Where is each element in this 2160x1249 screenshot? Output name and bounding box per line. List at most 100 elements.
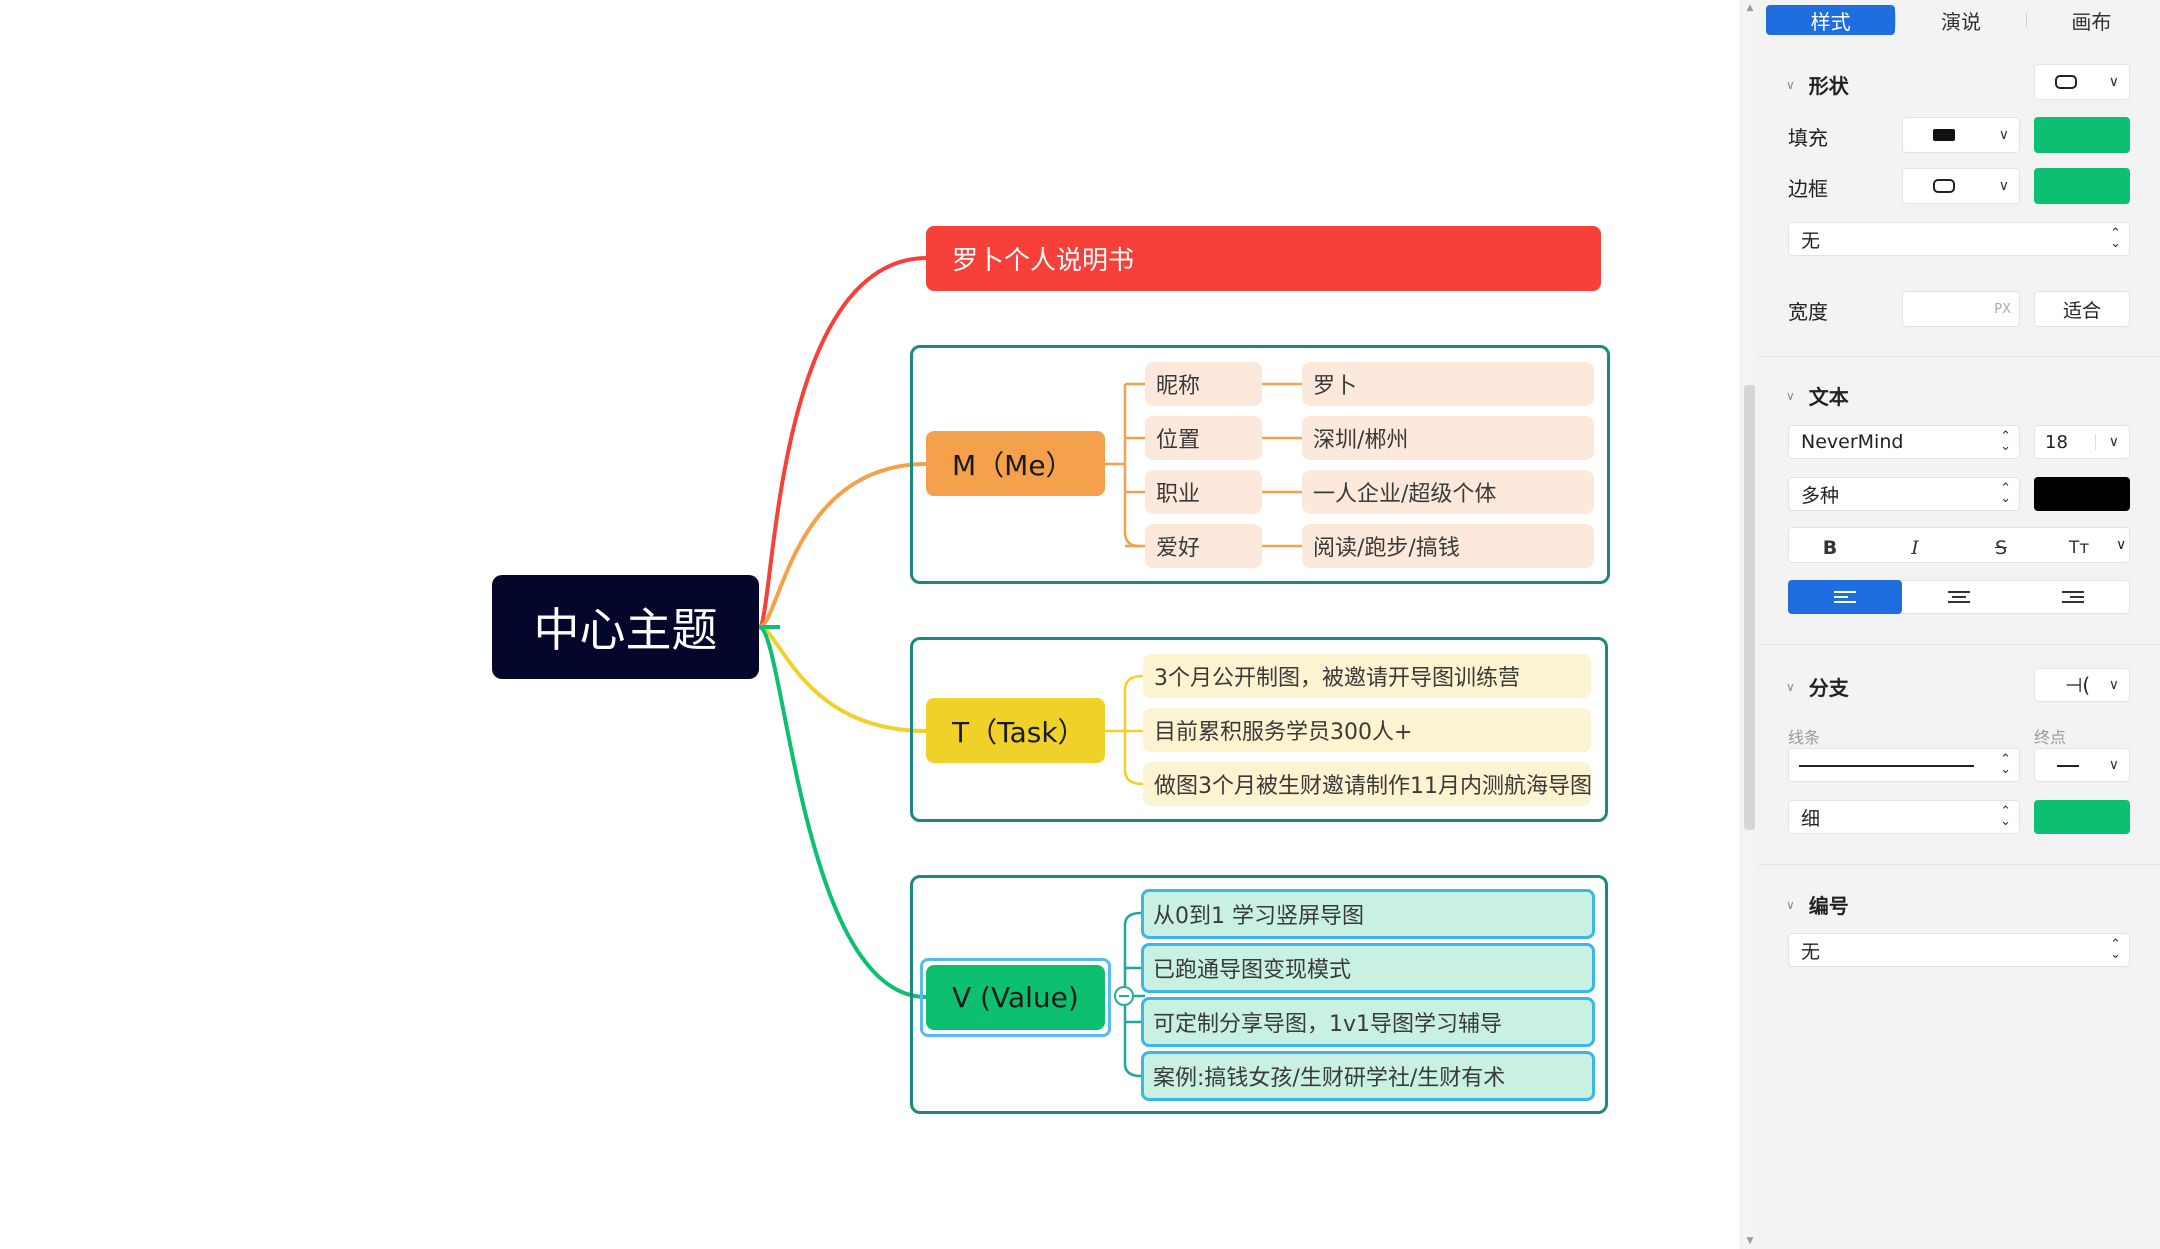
sub-key-job[interactable]: 职业 [1145, 470, 1262, 514]
fill-style-dropdown[interactable]: ∨ [1902, 117, 2020, 153]
scrollbar-thumb[interactable] [1744, 385, 1755, 830]
fit-width-button[interactable]: 适合 [2034, 291, 2130, 327]
sub-task-1[interactable]: 3个月公开制图，被邀请开导图训练营 [1143, 654, 1591, 698]
line-thickness-value: 细 [1801, 807, 1821, 830]
italic-button[interactable]: I [1872, 530, 1958, 566]
sub-value-3[interactable]: 可定制分享导图，1v1导图学习辅导 [1141, 997, 1595, 1047]
updown-arrows-icon: ⌃ ⌄ [2000, 429, 2011, 454]
bold-button[interactable]: B [1788, 530, 1872, 566]
text-heading: 文本 [1808, 385, 1849, 409]
chevron-down-icon: ∨ [1786, 77, 1795, 92]
branch-section-header[interactable]: ∨ 分支 [1786, 672, 1849, 701]
mindmap-canvas[interactable]: 中心主题 罗卜个人说明书 M（Me） 昵称 罗卜 位置 深圳/郴州 职业 一人企… [0, 0, 1740, 1249]
rounded-rect-shape-icon [2055, 75, 2077, 89]
sub-value-job[interactable]: 一人企业/超级个体 [1302, 470, 1594, 514]
text-case-button[interactable]: Tт [2044, 530, 2114, 566]
sub-value-nickname[interactable]: 罗卜 [1302, 362, 1594, 406]
border-color-swatch[interactable] [2034, 168, 2130, 204]
chevron-down-icon: ∨ [1998, 127, 2009, 143]
fit-button-label: 适合 [2062, 299, 2101, 322]
section-divider [1758, 356, 2160, 357]
align-center-button[interactable] [1902, 580, 2016, 614]
collapse-toggle-icon[interactable] [1114, 986, 1134, 1006]
sub-key-hobby[interactable]: 爱好 [1145, 524, 1262, 568]
text-section-header[interactable]: ∨ 文本 [1786, 381, 1849, 410]
branch-m[interactable]: M（Me） [926, 431, 1105, 496]
sub-key-location[interactable]: 位置 [1145, 416, 1262, 460]
link-title [757, 256, 927, 629]
align-right-button[interactable] [2016, 580, 2130, 614]
shape-section-header[interactable]: ∨ 形状 [1786, 70, 1849, 99]
align-center-icon [1948, 591, 1970, 603]
width-label: 宽度 [1788, 300, 1828, 324]
strikethrough-button[interactable]: S [1958, 530, 2044, 566]
rounded-rect-shape-icon [1933, 179, 1955, 193]
font-weight-select[interactable]: 多种 ⌃ ⌄ [1788, 477, 2020, 511]
title-topic[interactable]: 罗卜个人说明书 [926, 226, 1601, 291]
font-family-select[interactable]: NeverMind ⌃ ⌄ [1788, 425, 2020, 459]
border-style-value: 无 [1801, 229, 1821, 252]
sub-task-3[interactable]: 做图3个月被生财邀请制作11月内测航海导图 [1143, 762, 1592, 806]
scroll-down-icon[interactable]: ▼ [1744, 1235, 1756, 1247]
width-input[interactable]: PX [1902, 291, 2020, 327]
align-right-icon [2062, 591, 2084, 603]
link-m [758, 462, 927, 629]
sub-value-location[interactable]: 深圳/郴州 [1302, 416, 1594, 460]
branch-heading: 分支 [1808, 676, 1849, 700]
fill-label: 填充 [1788, 126, 1828, 150]
line-thickness-select[interactable]: 细 ⌃ ⌄ [1788, 800, 2020, 834]
style-panel: 样式 演说 画布 ∨ 形状 ∨ 填充 ∨ 边框 ∨ 无 ⌃ ⌄ 宽度 PX 适合 … [1758, 0, 2160, 1249]
chevron-down-icon: ∨ [1786, 897, 1795, 912]
text-color-swatch[interactable] [2034, 477, 2130, 511]
sub-value-hobby[interactable]: 阅读/跑步/搞钱 [1302, 524, 1594, 568]
line-style-select[interactable]: ⌃ ⌄ [1788, 748, 2020, 782]
align-left-button[interactable] [1788, 580, 1902, 614]
numbering-value: 无 [1801, 940, 1821, 963]
shape-heading: 形状 [1808, 74, 1849, 98]
border-shape-dropdown[interactable]: ∨ [1902, 168, 2020, 204]
updown-arrows-icon: ⌃ ⌄ [2000, 752, 2011, 777]
line-style-preview [1799, 765, 1974, 767]
chevron-down-icon: ∨ [1998, 178, 2009, 194]
chevron-down-icon: ∨ [2108, 757, 2119, 773]
divider [2095, 434, 2096, 450]
section-divider [1758, 864, 2160, 865]
tab-style[interactable]: 样式 [1766, 5, 1896, 35]
font-size-select[interactable]: 18 ∨ [2034, 425, 2130, 459]
panel-tabs: 样式 演说 画布 [1766, 4, 2156, 36]
line-end-dropdown[interactable]: ∨ [2034, 748, 2130, 782]
border-style-select[interactable]: 无 ⌃ ⌄ [1788, 222, 2130, 256]
sub-value-2[interactable]: 已跑通导图变现模式 [1141, 943, 1595, 993]
branch-v[interactable]: V (Value) [926, 965, 1105, 1030]
section-divider [1758, 644, 2160, 645]
branch-t[interactable]: T（Task） [926, 698, 1105, 763]
sub-key-nickname[interactable]: 昵称 [1145, 362, 1262, 406]
numbering-heading: 编号 [1808, 894, 1849, 918]
numbering-section-header[interactable]: ∨ 编号 [1786, 890, 1849, 919]
updown-arrows-icon: ⌃ ⌄ [2000, 804, 2011, 829]
chevron-down-icon: ∨ [2108, 677, 2119, 693]
chevron-down-icon[interactable]: ∨ [2116, 537, 2126, 553]
shape-type-dropdown[interactable]: ∨ [2034, 64, 2130, 100]
sub-value-1[interactable]: 从0到1 学习竖屏导图 [1141, 889, 1595, 939]
branch-bracket-icon: ⊣( [2065, 673, 2091, 697]
canvas-scrollbar[interactable]: ▲ ▼ [1740, 0, 1758, 1249]
width-unit: PX [1994, 301, 2011, 317]
chevron-down-icon: ∨ [2108, 74, 2119, 90]
scroll-up-icon[interactable]: ▲ [1744, 2, 1756, 14]
sub-task-2[interactable]: 目前累积服务学员300人+ [1143, 708, 1591, 752]
fill-color-swatch[interactable] [2034, 117, 2130, 153]
border-label: 边框 [1788, 177, 1828, 201]
line-label: 线条 [1788, 728, 1821, 747]
font-family-value: NeverMind [1801, 431, 1904, 453]
sub-value-4[interactable]: 案例:搞钱女孩/生财研学社/生财有术 [1141, 1051, 1595, 1101]
numbering-select[interactable]: 无 ⌃ ⌄ [1788, 933, 2130, 967]
central-topic[interactable]: 中心主题 [492, 575, 759, 679]
branch-color-swatch[interactable] [2034, 800, 2130, 834]
tab-present[interactable]: 演说 [1896, 5, 2025, 35]
updown-arrows-icon: ⌃ ⌄ [2110, 937, 2121, 962]
updown-arrows-icon: ⌃ ⌄ [2110, 226, 2121, 251]
branch-structure-dropdown[interactable]: ⊣( ∨ [2034, 668, 2130, 702]
tab-canvas[interactable]: 画布 [2027, 5, 2156, 35]
chevron-down-icon: ∨ [2108, 434, 2119, 450]
